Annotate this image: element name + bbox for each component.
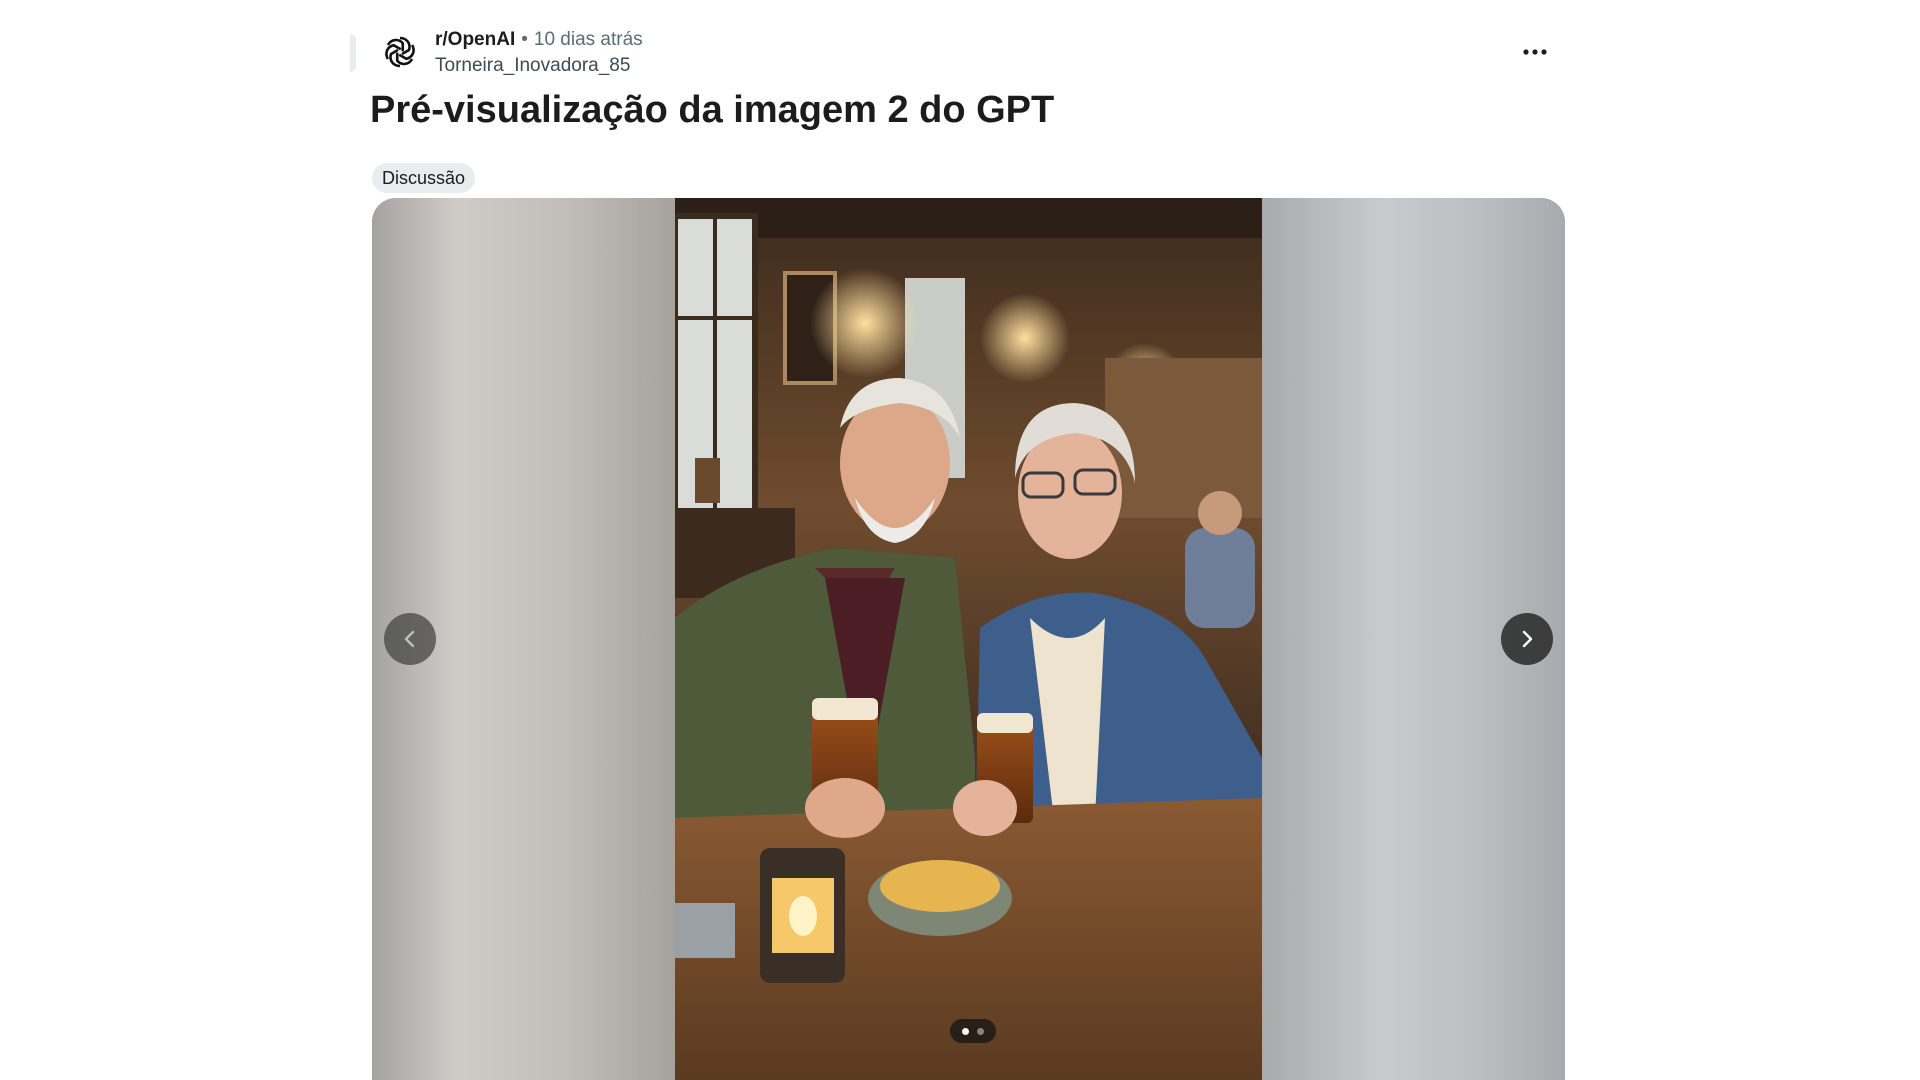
meta-separator: • — [521, 29, 528, 50]
gallery-pagination — [950, 1019, 996, 1043]
pub-couple-photo — [675, 198, 1262, 1080]
post-card: r/OpenAI • 10 dias atrás Torneira_Inovador… — [350, 0, 1565, 1080]
gallery-dot-2[interactable] — [977, 1027, 984, 1035]
subreddit-avatar-openai-logo-icon[interactable] — [378, 30, 422, 74]
post-title[interactable]: Pré-visualização da imagem 2 do GPT — [370, 86, 1054, 134]
more-horizontal-icon — [1523, 49, 1547, 55]
chevron-right-icon — [1522, 630, 1533, 648]
gallery-image[interactable] — [675, 198, 1262, 1080]
image-gallery[interactable] — [372, 198, 1565, 1080]
overflow-menu-button[interactable] — [1515, 34, 1555, 70]
post-meta: r/OpenAI • 10 dias atrás — [435, 28, 643, 52]
post-header: r/OpenAI • 10 dias atrás Torneira_Inovador… — [370, 26, 1565, 78]
sidebar-edge — [350, 34, 356, 72]
gallery-next-button[interactable] — [1501, 613, 1553, 665]
post-timestamp: 10 dias atrás — [533, 29, 643, 50]
subreddit-link[interactable]: r/OpenAI — [435, 29, 515, 50]
post-flair[interactable]: Discussão — [372, 163, 476, 193]
chevron-left-icon — [404, 630, 415, 648]
author-link[interactable]: Torneira_Inovadora_85 — [435, 54, 630, 78]
gallery-dot-1[interactable] — [962, 1027, 969, 1035]
gallery-prev-button[interactable] — [384, 613, 436, 665]
openai-logo-icon — [385, 36, 415, 68]
